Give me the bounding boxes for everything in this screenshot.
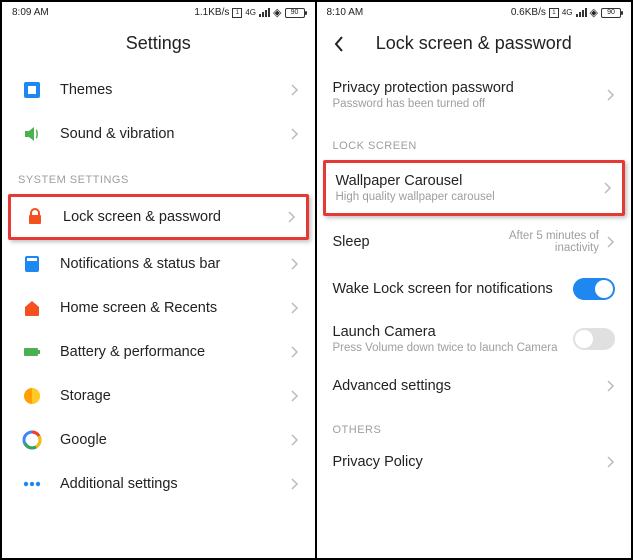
net-type: 4G (245, 8, 256, 17)
row-battery[interactable]: Battery & performance (2, 330, 315, 374)
themes-icon (22, 80, 42, 100)
battery-icon: 90 (285, 8, 305, 18)
label: Wake Lock screen for notifications (333, 281, 574, 297)
label: Sleep (333, 234, 480, 250)
row-sleep[interactable]: Sleep After 5 minutes of inactivity (317, 218, 632, 266)
row-wake-lock[interactable]: Wake Lock screen for notifications (317, 266, 632, 312)
sound-icon (22, 124, 42, 144)
row-additional[interactable]: Additional settings (2, 462, 315, 506)
page-title: Lock screen & password (357, 33, 592, 54)
row-themes[interactable]: Themes (2, 68, 315, 112)
sim-icon: 1 (549, 8, 559, 18)
chevron-right-icon (291, 346, 299, 358)
chevron-right-icon (607, 380, 615, 392)
label: Wallpaper Carousel (336, 173, 597, 189)
settings-screen: 8:09 AM 1.1KB/s 1 4G ◈ 90 Settings Theme… (2, 2, 317, 558)
status-bar: 8:09 AM 1.1KB/s 1 4G ◈ 90 (2, 2, 315, 23)
chevron-right-icon (607, 456, 615, 468)
row-home-screen[interactable]: Home screen & Recents (2, 286, 315, 330)
label: Themes (60, 82, 283, 98)
label: Battery & performance (60, 344, 283, 360)
title-bar: Settings (2, 23, 315, 68)
home-icon (22, 298, 42, 318)
more-icon (22, 474, 42, 494)
google-icon (22, 430, 42, 450)
toggle-wake-lock[interactable] (573, 278, 615, 300)
sublabel: Password has been turned off (333, 98, 600, 110)
label: Notifications & status bar (60, 256, 283, 272)
label: Launch Camera (333, 324, 574, 340)
label: Privacy protection password (333, 80, 600, 96)
chevron-right-icon (291, 434, 299, 446)
label: Lock screen & password (63, 209, 280, 225)
net-type: 4G (562, 8, 573, 17)
chevron-right-icon (291, 302, 299, 314)
row-storage[interactable]: Storage (2, 374, 315, 418)
net-speed: 0.6KB/s (511, 7, 546, 18)
row-advanced[interactable]: Advanced settings (317, 366, 632, 406)
wifi-icon: ◈ (590, 6, 598, 19)
section-header-lockscreen: LOCK SCREEN (317, 122, 632, 158)
chevron-right-icon (607, 236, 615, 248)
status-time: 8:10 AM (327, 7, 364, 18)
label: Google (60, 432, 283, 448)
status-bar: 8:10 AM 0.6KB/s 1 4G ◈ 90 (317, 2, 632, 23)
signal-icon (576, 8, 587, 17)
row-sound[interactable]: Sound & vibration (2, 112, 315, 156)
label: Advanced settings (333, 378, 600, 394)
row-privacy-password[interactable]: Privacy protection password Password has… (317, 68, 632, 122)
row-launch-camera[interactable]: Launch Camera Press Volume down twice to… (317, 312, 632, 366)
lock-screen-settings: 8:10 AM 0.6KB/s 1 4G ◈ 90 Lock screen & … (317, 2, 632, 558)
section-header-system: SYSTEM SETTINGS (2, 156, 315, 192)
battery-icon (22, 342, 42, 362)
chevron-right-icon (607, 89, 615, 101)
page-title: Settings (42, 33, 275, 54)
chevron-right-icon (291, 128, 299, 140)
sim-icon: 1 (232, 8, 242, 18)
row-privacy-policy[interactable]: Privacy Policy (317, 442, 632, 482)
label: Sound & vibration (60, 126, 283, 142)
title-bar: Lock screen & password (317, 23, 632, 68)
lock-icon (25, 207, 45, 227)
chevron-right-icon (291, 390, 299, 402)
toggle-launch-camera[interactable] (573, 328, 615, 350)
row-wallpaper-carousel[interactable]: Wallpaper Carousel High quality wallpape… (323, 160, 626, 216)
net-speed: 1.1KB/s (194, 7, 229, 18)
label: Home screen & Recents (60, 300, 283, 316)
row-google[interactable]: Google (2, 418, 315, 462)
row-lock-screen[interactable]: Lock screen & password (8, 194, 309, 240)
label: Additional settings (60, 476, 283, 492)
wifi-icon: ◈ (273, 6, 281, 19)
sublabel: High quality wallpaper carousel (336, 191, 597, 203)
signal-icon (259, 8, 270, 17)
sublabel: Press Volume down twice to launch Camera (333, 342, 574, 354)
label: Privacy Policy (333, 454, 600, 470)
status-time: 8:09 AM (12, 7, 49, 18)
chevron-right-icon (291, 478, 299, 490)
notifications-icon (22, 254, 42, 274)
battery-icon: 90 (601, 8, 621, 18)
chevron-right-icon (291, 258, 299, 270)
section-header-others: OTHERS (317, 406, 632, 442)
row-notifications[interactable]: Notifications & status bar (2, 242, 315, 286)
back-button[interactable] (333, 35, 357, 53)
chevron-right-icon (288, 211, 296, 223)
label: Storage (60, 388, 283, 404)
chevron-right-icon (291, 84, 299, 96)
value: After 5 minutes of inactivity (479, 230, 599, 254)
chevron-right-icon (604, 182, 612, 194)
chevron-left-icon (333, 35, 345, 53)
storage-icon (22, 386, 42, 406)
